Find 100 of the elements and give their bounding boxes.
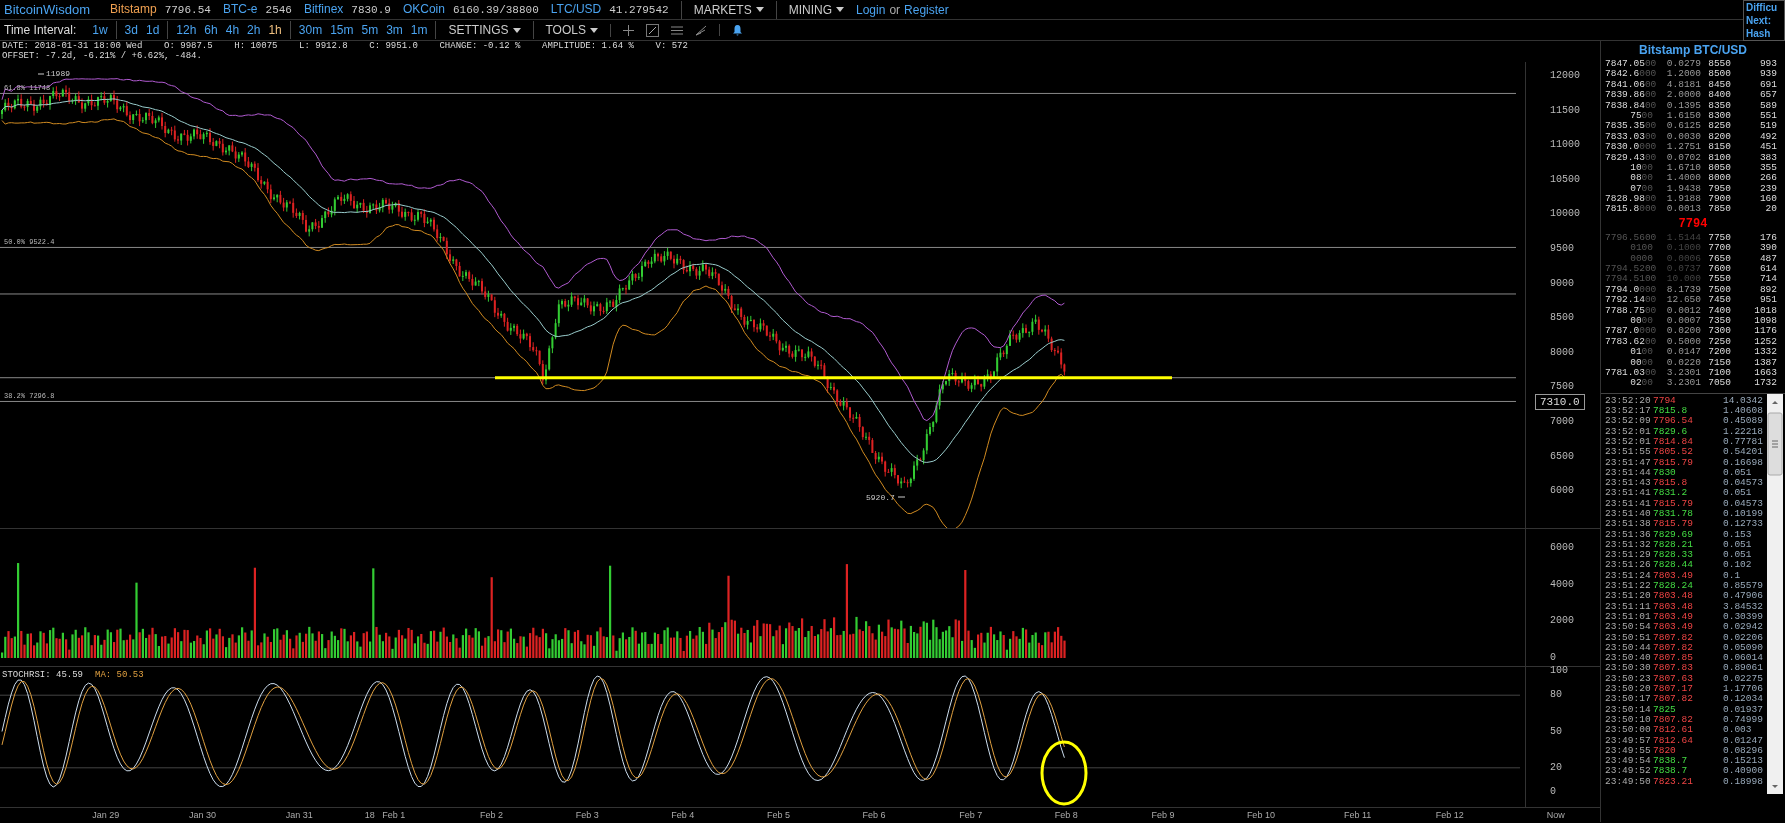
caret-icon [589, 27, 598, 33]
axis-label: 100 [1550, 666, 1568, 676]
interval-tab[interactable]: 4h [225, 21, 240, 39]
time-axis-label: Jan 30 [189, 809, 217, 822]
interval-tab[interactable]: 2h [247, 21, 261, 39]
order-level: 7100 [1707, 367, 1731, 379]
trade-time: 23:52:01 [1605, 426, 1652, 437]
order-price: 0000 [1629, 253, 1653, 265]
interval-tab[interactable]: 5m [361, 21, 379, 39]
time-axis-label: Feb 6 [862, 809, 886, 822]
order-price: 1000 [1629, 162, 1653, 174]
trade-amount: 0.12034 [1723, 694, 1763, 705]
trade-time: 23:52:09 [1605, 416, 1652, 427]
trade-time: 23:50:23 [1605, 673, 1652, 685]
trade-amount: 0.05090 [1723, 642, 1763, 654]
trade-time: 23:51:22 [1605, 581, 1652, 592]
exchange-link[interactable]: OKCoin [402, 0, 445, 19]
login-link[interactable]: Login [856, 0, 886, 19]
caret-icon [755, 7, 764, 12]
exchange-link[interactable]: Bitstamp [109, 0, 157, 19]
pen-icon[interactable] [694, 24, 707, 36]
line-tool-icon[interactable] [645, 23, 659, 37]
trade-time: 23:51:29 [1605, 550, 1652, 561]
order-total: 355 [1758, 162, 1777, 174]
order-total: 160 [1758, 194, 1777, 205]
interval-tab[interactable]: 1d [145, 21, 160, 39]
trade-amount: 0.04573 [1723, 478, 1763, 489]
order-level: 8350 [1707, 100, 1731, 111]
interval-tab[interactable]: 30m [298, 21, 323, 39]
order-amount: 0.0006 [1665, 253, 1701, 265]
order-total: 589 [1758, 100, 1777, 111]
order-total: 691 [1758, 79, 1777, 91]
order-total: 383 [1758, 152, 1777, 163]
interval-tab[interactable]: 12h [176, 21, 197, 39]
trade-time: 23:50:54 [1605, 622, 1652, 633]
order-level: 7350 [1707, 316, 1731, 327]
register-link[interactable]: Register [904, 0, 949, 19]
order-level: 8050 [1707, 162, 1731, 174]
axis-label: 7500 [1550, 382, 1574, 393]
trade-price: 7838.7 [1653, 756, 1689, 767]
order-amount: 0.1000 [1665, 243, 1701, 254]
order-total: 239 [1758, 183, 1777, 195]
crosshair-icon[interactable] [622, 24, 634, 36]
trade-time: 23:52:20 [1605, 395, 1652, 406]
axis-label: 10500 [1550, 174, 1580, 185]
exchange-link[interactable]: LTC/USD [550, 0, 602, 19]
interval-tab[interactable]: 1w [92, 21, 108, 39]
menu-button[interactable]: SETTINGS [435, 21, 533, 39]
highlight-ellipse [1040, 740, 1088, 806]
exchange-link[interactable]: Bitfinex [303, 0, 344, 19]
order-price: 0100 [1629, 243, 1653, 254]
trade-price: 7820 [1653, 745, 1677, 757]
price-tag: 7310.0 [1535, 393, 1585, 410]
trade-price: 7803.49 [1653, 570, 1694, 582]
order-level: 8450 [1707, 79, 1731, 91]
trade-price: 7815.79 [1653, 519, 1694, 530]
order-amount: 1.4000 [1665, 173, 1701, 184]
exchange-price: 2546 [265, 3, 292, 19]
trade-amount: 0.01937 [1723, 704, 1763, 715]
order-price: 0700 [1629, 183, 1653, 195]
bell-icon[interactable] [731, 24, 743, 36]
lines-icon[interactable] [670, 25, 683, 35]
interval-tab[interactable]: 3m [386, 21, 403, 39]
order-total: 519 [1758, 121, 1777, 132]
interval-tab[interactable]: 3d [124, 21, 138, 39]
menu-button[interactable]: TOOLS [532, 21, 610, 39]
trade-amount: 0.47906 [1723, 591, 1763, 602]
scrollbar[interactable] [1767, 393, 1783, 794]
interval-tab[interactable]: 1h [268, 21, 282, 39]
order-level: 7550 [1707, 274, 1731, 285]
trade-amount: 1.17706 [1723, 684, 1763, 695]
trade-time: 23:51:47 [1605, 457, 1652, 468]
trade-price: 7803.49 [1653, 611, 1694, 623]
order-total: 1018 [1753, 305, 1777, 316]
trade-time: 23:51:55 [1605, 447, 1652, 458]
order-level: 8150 [1707, 142, 1731, 153]
interval-tab[interactable]: 6h [204, 21, 218, 39]
trade-price: 7807.82 [1653, 694, 1694, 705]
order-amount: 1.6710 [1665, 162, 1701, 174]
trade-price: 7830 [1653, 467, 1677, 479]
trade-amount: 0.54201 [1723, 447, 1763, 458]
trade-price: 7815.79 [1653, 457, 1694, 468]
order-level: 8500 [1707, 69, 1731, 80]
time-axis-label: Feb 2 [480, 809, 504, 822]
trade-amount: 0.06014 [1723, 653, 1763, 664]
logo[interactable]: BitcoinWisdom [4, 0, 90, 20]
trade-price: 7794 [1653, 395, 1677, 406]
trade-price: 7828.21 [1653, 539, 1694, 551]
interval-tab[interactable]: 15m [330, 21, 354, 39]
order-level: 8400 [1707, 90, 1731, 101]
order-level: 7600 [1707, 264, 1731, 275]
trade-amount: 0.02275 [1723, 673, 1763, 685]
time-axis-label: Feb 5 [766, 809, 790, 822]
exchange-link[interactable]: BTC-e [222, 0, 258, 19]
trade-amount: 0.30399 [1723, 611, 1763, 623]
order-level: 7150 [1707, 357, 1731, 368]
menu-button[interactable]: MARKETS [680, 0, 764, 19]
interval-tab[interactable]: 1m [410, 21, 428, 39]
menu-button[interactable]: MINING [775, 0, 844, 19]
order-total: 551 [1758, 110, 1777, 122]
